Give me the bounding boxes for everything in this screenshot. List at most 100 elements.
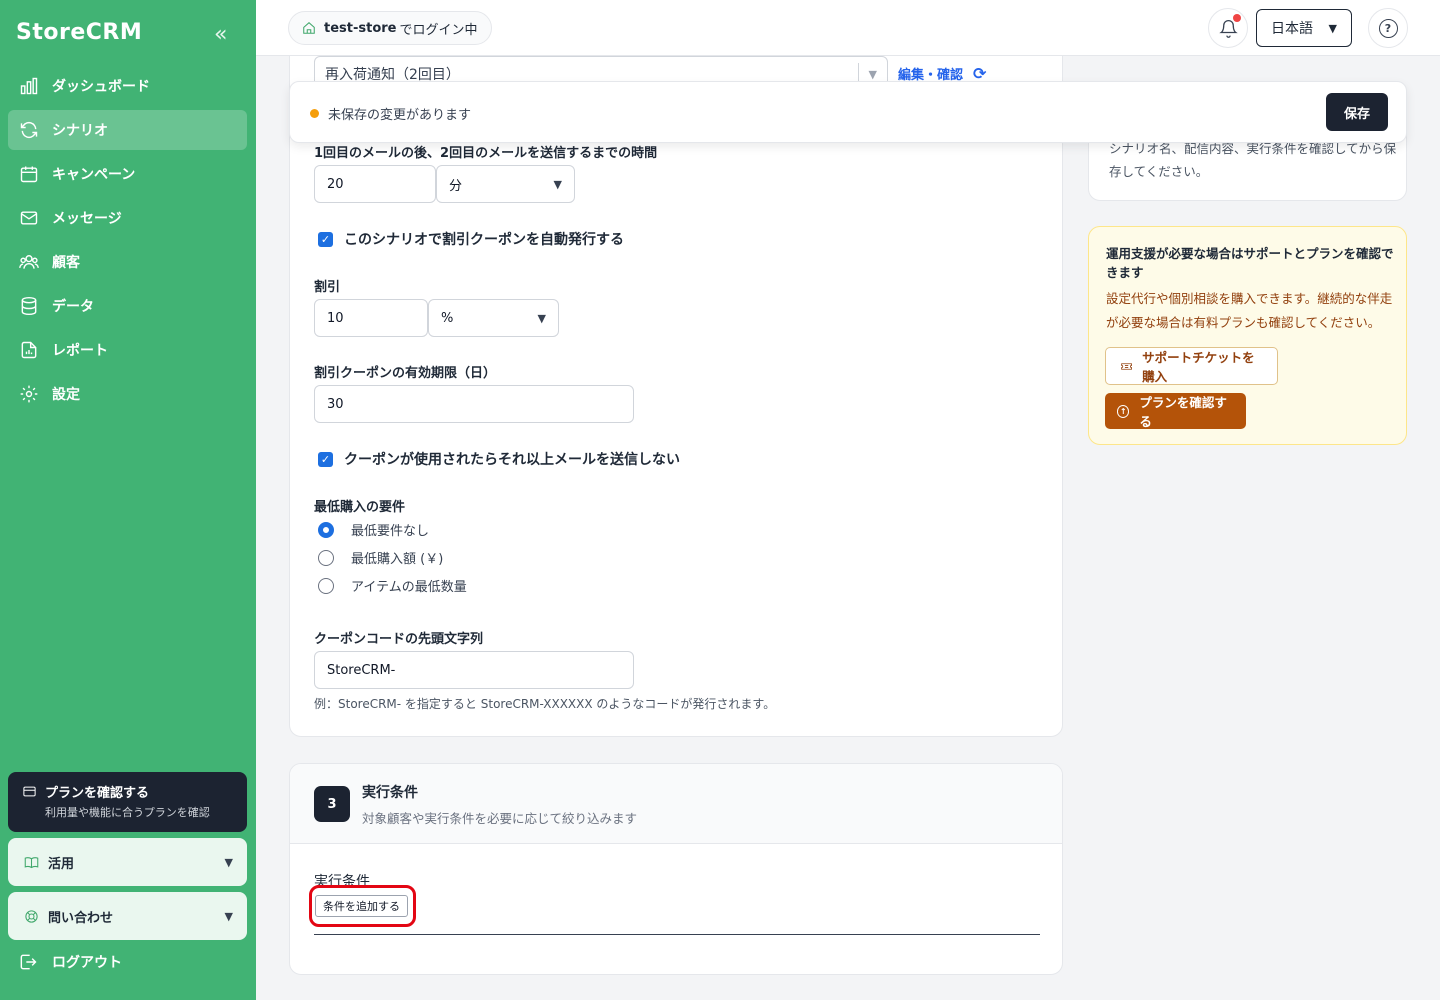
plan-promo-title: プランを確認する	[45, 786, 150, 801]
refresh-icon	[18, 119, 40, 141]
collapse-sidebar-icon[interactable]: «	[214, 22, 227, 47]
sidebar-item-campaign[interactable]: キャンペーン	[8, 154, 247, 194]
language-value: 日本語	[1271, 21, 1313, 37]
min-requirement-label: 最低購入の要件	[314, 500, 406, 515]
language-select[interactable]: 日本語 ▼	[1256, 9, 1352, 47]
radio-min-amount[interactable]: 最低購入額 (￥)	[318, 548, 443, 567]
notification-dot	[1233, 14, 1241, 22]
home-icon	[303, 22, 315, 34]
sidebar-item-report[interactable]: レポート	[8, 330, 247, 370]
radio-empty-icon	[318, 549, 334, 566]
notifications-button[interactable]	[1208, 8, 1248, 48]
database-icon	[18, 295, 40, 317]
ticket-icon	[1121, 362, 1132, 370]
sidebar-item-dashboard[interactable]: ダッシュボード	[8, 66, 247, 106]
accordion-contact[interactable]: 問い合わせ ▼	[8, 892, 247, 940]
stop-after-use-label: クーポンが使用されたらそれ以上メールを送信しない	[344, 452, 680, 468]
brand-logo: StoreCRM	[16, 20, 143, 45]
logout-label: ログアウト	[52, 955, 122, 971]
sidebar-item-customers[interactable]: 顧客	[8, 242, 247, 282]
bar-chart-icon	[18, 75, 40, 97]
chevron-down-icon: ▼	[224, 909, 233, 923]
sidebar-item-settings[interactable]: 設定	[8, 374, 247, 414]
sidebar-item-data[interactable]: データ	[8, 286, 247, 326]
file-chart-icon	[18, 339, 40, 361]
sidebar-item-scenario[interactable]: シナリオ	[8, 110, 247, 150]
sidebar-item-label: 設定	[52, 387, 80, 403]
discount-input[interactable]: 10	[314, 299, 428, 337]
discount-label: 割引	[314, 280, 341, 295]
check-plan-label: プランを確認する	[1139, 395, 1227, 429]
sidebar-item-label: キャンペーン	[52, 167, 136, 183]
delay-unit-select[interactable]: 分 ▼	[436, 165, 575, 203]
chevron-down-icon: ▼	[224, 855, 233, 869]
logout-button[interactable]: ログアウト	[18, 952, 122, 972]
store-login-pill: test-store でログイン中	[288, 11, 492, 45]
help-button[interactable]: ?	[1368, 8, 1408, 48]
chevron-down-icon: ▼	[553, 177, 562, 191]
check-icon: ✓	[318, 231, 333, 247]
auto-coupon-label: このシナリオで割引クーポンを自動発行する	[344, 232, 624, 248]
radio-no-minimum[interactable]: 最低要件なし	[318, 520, 429, 539]
delay-unit-value: 分	[449, 178, 463, 194]
discount-unit-select[interactable]: % ▼	[428, 299, 559, 337]
sidebar-item-label: メッセージ	[52, 211, 122, 227]
book-icon	[24, 856, 39, 868]
highlight-annotation	[309, 885, 416, 927]
chevron-down-icon: ▼	[1328, 21, 1337, 35]
unsaved-changes-bar: 未保存の変更があります 保存	[289, 81, 1407, 143]
discount-unit-value: %	[441, 310, 454, 326]
section-header: 3 実行条件 対象顧客や実行条件を必要に応じて絞り込みます	[290, 764, 1062, 844]
users-icon	[18, 251, 40, 273]
sidebar-item-label: データ	[52, 299, 94, 315]
gear-icon	[18, 383, 40, 405]
question-icon: ?	[1378, 18, 1398, 38]
sidebar-item-label: シナリオ	[52, 123, 108, 139]
divider	[314, 934, 1040, 935]
credit-card-icon	[23, 786, 36, 797]
delay-input[interactable]: 20	[314, 165, 436, 203]
sidebar-item-label: レポート	[52, 343, 108, 359]
support-icon	[25, 909, 38, 923]
save-button[interactable]: 保存	[1326, 93, 1388, 131]
support-card: 運用支援が必要な場合はサポートとプランを確認できます 設定代行や個別相談を購入で…	[1088, 226, 1407, 445]
radio-label: 最低購入額 (￥)	[351, 552, 444, 567]
accordion-label: 活用	[48, 856, 75, 872]
expiry-label: 割引クーポンの有効期限（日）	[314, 366, 497, 381]
radio-selected-icon	[318, 521, 334, 538]
accordion-label: 問い合わせ	[48, 910, 114, 926]
radio-label: アイテムの最低数量	[351, 580, 467, 595]
sidebar-nav: ダッシュボード シナリオ キャンペーン メッセージ 顧客 データ レポート 設定	[8, 66, 247, 418]
sidebar-item-message[interactable]: メッセージ	[8, 198, 247, 238]
check-icon: ✓	[318, 451, 333, 467]
stop-after-use-checkbox[interactable]: ✓ クーポンが使用されたらそれ以上メールを送信しない	[318, 449, 680, 469]
arrow-up-circle-icon: ↑	[1117, 404, 1130, 418]
sidebar: StoreCRM « ダッシュボード シナリオ キャンペーン メッセージ 顧客 …	[0, 0, 256, 1000]
expiry-input[interactable]: 30	[314, 385, 634, 423]
auto-coupon-checkbox[interactable]: ✓ このシナリオで割引クーポンを自動発行する	[318, 229, 624, 249]
radio-min-quantity[interactable]: アイテムの最低数量	[318, 576, 467, 595]
coupon-prefix-input[interactable]: StoreCRM-	[314, 651, 634, 689]
radio-label: 最低要件なし	[351, 524, 430, 539]
section-subtitle: 対象顧客や実行条件を必要に応じて絞り込みます	[362, 811, 638, 826]
sidebar-item-label: ダッシュボード	[52, 79, 150, 95]
coupon-prefix-label: クーポンコードの先頭文字列	[314, 632, 484, 647]
plan-promo-subtitle: 利用量や機能に合うプランを確認	[45, 806, 210, 819]
step-number-badge: 3	[314, 786, 350, 822]
chevron-down-icon: ▼	[537, 311, 546, 325]
accordion-usage[interactable]: 活用 ▼	[8, 838, 247, 886]
buy-ticket-button[interactable]: サポートチケットを購入	[1105, 347, 1278, 385]
execution-conditions-card: 3 実行条件 対象顧客や実行条件を必要に応じて絞り込みます 実行条件 条件を追加…	[289, 763, 1063, 975]
check-plan-button[interactable]: ↑ プランを確認する	[1105, 393, 1246, 429]
buy-ticket-label: サポートチケットを購入	[1142, 350, 1255, 384]
store-login-suffix: でログイン中	[399, 22, 478, 38]
section-title: 実行条件	[362, 785, 418, 801]
warning-dot	[310, 109, 319, 118]
radio-empty-icon	[318, 577, 334, 594]
plan-promo-card[interactable]: プランを確認する 利用量や機能に合うプランを確認	[8, 772, 247, 832]
coupon-prefix-hint: 例：StoreCRM- を指定すると StoreCRM-XXXXXX のようなコ…	[314, 697, 776, 711]
calendar-icon	[18, 163, 40, 185]
message-settings-card: 再入荷通知（2回目） ▼ 編集・確認 ⟳ 1回目のメールの後、2回目のメールを送…	[289, 40, 1063, 737]
sidebar-item-label: 顧客	[52, 255, 80, 271]
logout-icon	[20, 954, 37, 970]
